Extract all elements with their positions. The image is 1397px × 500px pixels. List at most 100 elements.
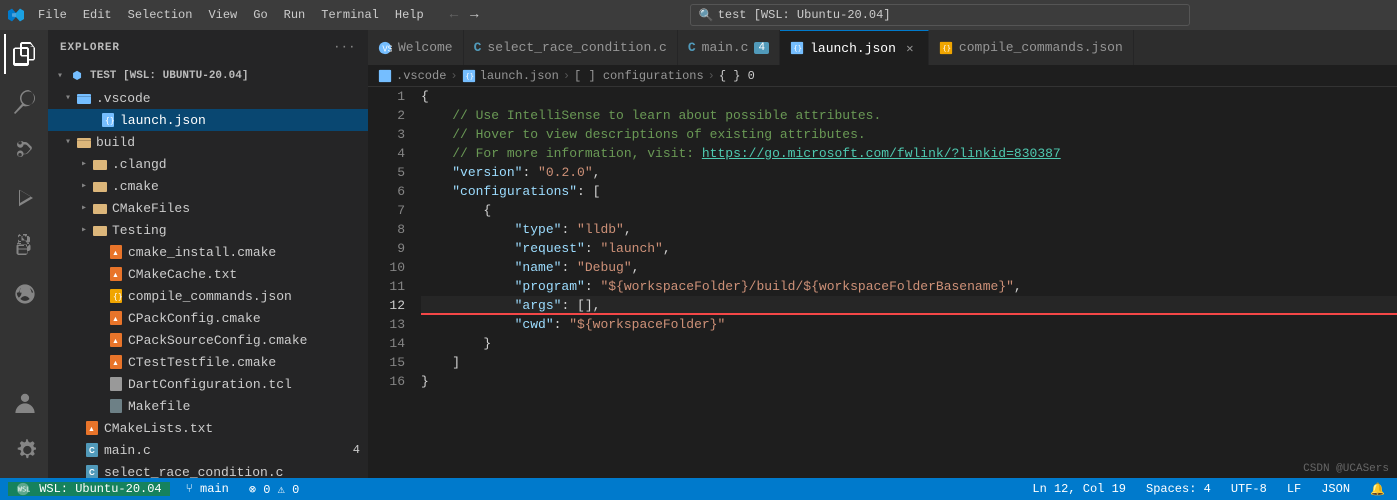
file-tree: ▾ ⬢ TEST [WSL: UBUNTU-20.04] ▾ .vscode {… [48,65,368,478]
cmake-folder-icon [92,178,108,194]
cmake-file-icon: ▲ [108,244,124,260]
tab-welcome[interactable]: VS Welcome [368,30,464,65]
vscode-folder-icon [76,90,92,106]
breadcrumb-zero[interactable]: { } 0 [719,69,755,83]
sidebar-item-makefile[interactable]: Makefile [48,395,368,417]
accounts-activity-icon[interactable] [4,382,44,422]
activity-bar-bottom [4,382,44,478]
run-activity-icon[interactable] [4,178,44,218]
chevron-right-icon: ▸ [76,156,92,172]
spacer [92,376,108,392]
status-bell[interactable]: 🔔 [1366,482,1389,497]
status-errors[interactable]: ⊗ 0 ⚠ 0 [245,482,303,497]
dart-icon [108,376,124,392]
cmake-folder-label: .cmake [112,179,368,194]
sidebar-item-select-race[interactable]: C select_race_condition.c [48,461,368,478]
menu-edit[interactable]: Edit [77,6,118,24]
code-line-2: // Use IntelliSense to learn about possi… [421,106,1397,125]
status-encoding[interactable]: UTF-8 [1227,482,1271,496]
global-search-box[interactable]: 🔍 test [WSL: Ubuntu-20.04] [690,4,1190,26]
search-activity-icon[interactable] [4,82,44,122]
menu-view[interactable]: View [202,6,243,24]
sidebar-item-cpacksource[interactable]: ▲ CPackSourceConfig.cmake [48,329,368,351]
remote-activity-icon[interactable] [4,274,44,314]
cpacksource-label: CPackSourceConfig.cmake [128,333,368,348]
nav-forward-button[interactable]: → [466,5,482,25]
sidebar-item-testing[interactable]: ▸ Testing [48,219,368,241]
tab-compile-commands[interactable]: {} compile_commands.json [929,30,1134,65]
sidebar-item-cpackconfig[interactable]: ▲ CPackConfig.cmake [48,307,368,329]
explorer-activity-icon[interactable] [4,34,44,74]
tab-main-c[interactable]: C main.c 4 [678,30,780,65]
spacer [92,398,108,414]
menu-file[interactable]: File [32,6,73,24]
sidebar-item-ctesttest[interactable]: ▲ CTestTestfile.cmake [48,351,368,373]
line-number-6: 6 [368,182,405,201]
svg-text:C: C [89,446,95,455]
nav-back-button[interactable]: ← [446,5,462,25]
sidebar-item-cmake[interactable]: ▸ .cmake [48,175,368,197]
search-text: test [WSL: Ubuntu-20.04] [718,8,891,22]
sidebar-item-cmakefiles[interactable]: ▸ CMakeFiles [48,197,368,219]
status-spaces[interactable]: Spaces: 4 [1142,482,1215,496]
status-remote[interactable]: WSL WSL: Ubuntu-20.04 [8,482,170,496]
status-language[interactable]: JSON [1317,482,1354,496]
chevron-down-icon: ▾ [52,68,68,84]
tab-launch-json[interactable]: {} launch.json ✕ [780,30,929,65]
line-number-3: 3 [368,125,405,144]
menu-go[interactable]: Go [247,6,273,24]
code-line-13: "cwd": "${workspaceFolder}" [421,315,1397,334]
extensions-activity-icon[interactable] [4,226,44,266]
sidebar: EXPLORER ··· ▾ ⬢ TEST [WSL: UBUNTU-20.04… [48,30,368,478]
svg-text:▲: ▲ [88,426,95,433]
dart-label: DartConfiguration.tcl [128,377,368,392]
workspace-label: TEST [WSL: UBUNTU-20.04] [90,70,368,82]
sidebar-item-clangd[interactable]: ▸ .clangd [48,153,368,175]
line-number-12: 12 [368,296,405,315]
sidebar-item-build[interactable]: ▾ build [48,131,368,153]
spacer [92,266,108,282]
cmakelists-icon: ▲ [84,420,100,436]
sidebar-item-vscode[interactable]: ▾ .vscode [48,87,368,109]
sidebar-item-compile-commands[interactable]: {} compile_commands.json [48,285,368,307]
makefile-icon [108,398,124,414]
sidebar-item-main-c[interactable]: C main.c 4 [48,439,368,461]
svg-text:C: C [89,468,95,477]
sidebar-item-cmakelists[interactable]: ▲ CMakeLists.txt [48,417,368,439]
tab-select-race[interactable]: C select_race_condition.c [464,30,678,65]
tab-main-c-label: main.c [702,40,749,55]
breadcrumb-launch[interactable]: launch.json [480,69,559,83]
vscode-folder-label: .vscode [96,91,368,106]
code-line-15: ] [421,353,1397,372]
compile-commands-icon: {} [108,288,124,304]
status-branch[interactable]: ⑂ main [182,482,233,496]
sidebar-more-actions[interactable]: ··· [334,42,356,54]
sidebar-item-launch-json[interactable]: {} launch.json [48,109,368,131]
code-line-1: { [421,87,1397,106]
tree-root[interactable]: ▾ ⬢ TEST [WSL: UBUNTU-20.04] [48,65,368,87]
watermark: CSDN @UCASers [1303,463,1389,475]
cmakecache-label: CMakeCache.txt [128,267,368,282]
sidebar-header: EXPLORER ··· [48,30,368,65]
sidebar-item-cmake-install[interactable]: ▲ cmake_install.cmake [48,241,368,263]
svg-text:{}: {} [794,45,802,53]
breadcrumb-vscode[interactable]: .vscode [396,69,446,83]
title-bar: File Edit Selection View Go Run Terminal… [0,0,1397,30]
select-race-icon: C [84,464,100,478]
code-content[interactable]: { // Use IntelliSense to learn about pos… [413,87,1397,478]
tab-welcome-label: Welcome [398,40,453,55]
tab-launch-json-close[interactable]: ✕ [902,40,918,56]
menu-run[interactable]: Run [278,6,312,24]
status-eol[interactable]: LF [1283,482,1305,496]
sidebar-item-cmakecache[interactable]: ▲ CMakeCache.txt [48,263,368,285]
status-ln-col[interactable]: Ln 12, Col 19 [1028,482,1130,496]
source-control-activity-icon[interactable] [4,130,44,170]
settings-activity-icon[interactable] [4,430,44,470]
menu-selection[interactable]: Selection [122,6,199,24]
launch-json-tab-icon: {} [790,41,804,55]
menu-terminal[interactable]: Terminal [315,6,385,24]
sidebar-item-dart[interactable]: DartConfiguration.tcl [48,373,368,395]
svg-text:▲: ▲ [112,360,119,367]
menu-help[interactable]: Help [389,6,430,24]
breadcrumb-configurations[interactable]: [ ] configurations [574,69,704,83]
